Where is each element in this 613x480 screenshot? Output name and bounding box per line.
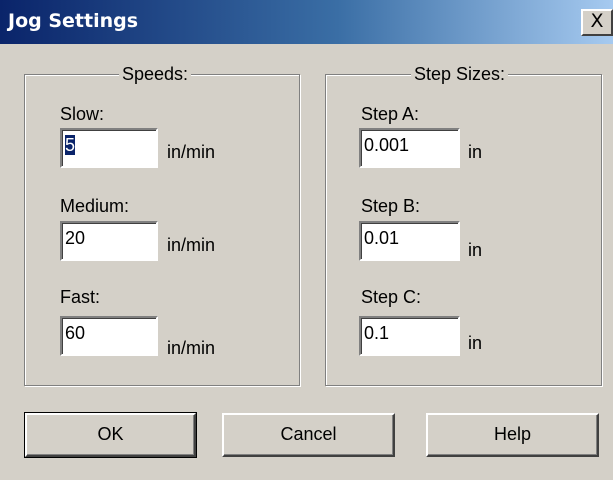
fast-label: Fast: <box>60 287 101 307</box>
step-a-label: Step A: <box>361 104 420 124</box>
step-a-unit: in <box>468 142 483 162</box>
fast-speed-value: 60 <box>65 323 86 343</box>
step-sizes-group: Step Sizes: Step A: 0.001 in Step B: 0.0… <box>325 63 602 386</box>
medium-label: Medium: <box>60 196 130 216</box>
slow-label: Slow: <box>60 104 105 124</box>
step-c-label: Step C: <box>361 287 422 307</box>
step-sizes-legend: Step Sizes: <box>411 63 509 85</box>
slow-speed-input[interactable]: 5 <box>60 128 158 168</box>
step-c-unit: in <box>468 333 483 353</box>
cancel-button[interactable]: Cancel <box>222 413 395 457</box>
window-title: Jog Settings <box>8 10 139 32</box>
fast-speed-input[interactable]: 60 <box>60 316 158 356</box>
title-bar: Jog Settings X <box>0 0 613 44</box>
speeds-legend: Speeds: <box>119 63 192 85</box>
fast-unit: in/min <box>167 338 216 358</box>
close-icon: X <box>590 10 604 32</box>
step-c-value: 0.1 <box>364 323 390 343</box>
medium-speed-value: 20 <box>65 228 86 248</box>
step-b-input[interactable]: 0.01 <box>359 221 460 261</box>
step-a-input[interactable]: 0.001 <box>359 128 460 168</box>
medium-unit: in/min <box>167 235 216 255</box>
slow-speed-value: 5 <box>65 135 76 155</box>
step-b-unit: in <box>468 240 483 260</box>
speeds-group: Speeds: Slow: 5 in/min Medium: 20 in/min… <box>24 63 300 386</box>
medium-speed-input[interactable]: 20 <box>60 221 158 261</box>
close-button[interactable]: X <box>581 9 613 36</box>
step-b-label: Step B: <box>361 196 421 216</box>
step-a-value: 0.001 <box>364 135 410 155</box>
help-button[interactable]: Help <box>426 413 599 457</box>
step-c-input[interactable]: 0.1 <box>359 316 460 356</box>
ok-button[interactable]: OK <box>24 412 197 458</box>
step-b-value: 0.01 <box>364 228 400 248</box>
slow-unit: in/min <box>167 142 216 162</box>
